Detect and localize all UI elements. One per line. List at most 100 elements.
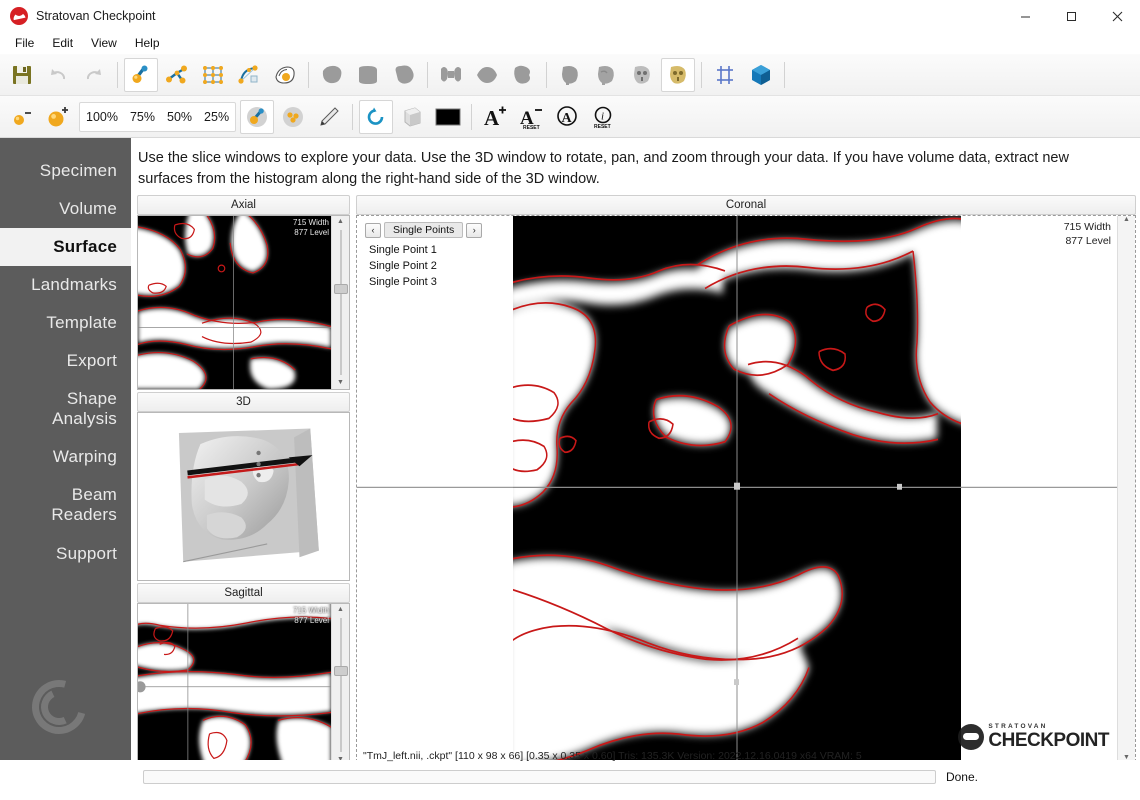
menu-edit[interactable]: Edit <box>43 34 82 52</box>
points-group-title[interactable]: Single Points <box>384 222 463 238</box>
list-item-single-point-1[interactable]: Single Point 1 <box>369 242 437 258</box>
coronal-scroll-up-arrow[interactable]: ▲ <box>1123 216 1130 228</box>
minimize-button[interactable] <box>1002 0 1048 32</box>
point-curve-tool[interactable] <box>160 58 194 92</box>
list-item-single-point-2[interactable]: Single Point 2 <box>369 258 437 274</box>
menu-view[interactable]: View <box>82 34 126 52</box>
freehand-hand-tool[interactable] <box>268 58 302 92</box>
decimate-minus-button[interactable] <box>5 100 39 134</box>
sphere-points-toggle[interactable] <box>276 100 310 134</box>
increase-font-size-button[interactable]: A <box>478 100 512 134</box>
reset-view-button[interactable] <box>359 100 393 134</box>
sidebar-item-template[interactable]: Template <box>0 304 131 342</box>
decrease-font-size-button[interactable]: A RESET <box>514 100 548 134</box>
toolbar-separator <box>546 62 547 88</box>
coronal-slice-canvas[interactable]: ‹ Single Points › Single Point 1 Single … <box>357 216 1117 766</box>
render-mode-button[interactable] <box>395 100 429 134</box>
zoom-25[interactable]: 25% <box>198 106 235 128</box>
toolbar-separator <box>701 62 702 88</box>
coronal-image <box>357 216 1117 766</box>
zoom-50[interactable]: 50% <box>161 106 198 128</box>
list-item-single-point-3[interactable]: Single Point 3 <box>369 274 437 290</box>
stratovan-logo-icon <box>10 7 28 25</box>
axial-scroll-thumb[interactable] <box>334 284 348 294</box>
axial-panel-body: 715 Width 877 Level ▲ ▼ <box>137 215 350 390</box>
point-grid-tool[interactable] <box>196 58 230 92</box>
sidebar-item-warping[interactable]: Warping <box>0 438 131 476</box>
checkpoint-watermark: STRATOVAN CHECKPOINT <box>958 724 1109 750</box>
points-next-button[interactable]: › <box>466 223 482 238</box>
mirror-tool[interactable] <box>434 58 468 92</box>
skull-texture-view[interactable] <box>625 58 659 92</box>
axial-panel: Axial <box>137 195 350 390</box>
zoom-level-group: 100% 75% 50% 25% <box>79 102 236 132</box>
threed-render-canvas[interactable] <box>138 413 349 579</box>
ellipse-tool[interactable] <box>470 58 504 92</box>
cut-blob-tool[interactable] <box>506 58 540 92</box>
axial-slice-canvas[interactable]: 715 Width 877 Level <box>138 216 331 389</box>
menu-help[interactable]: Help <box>126 34 169 52</box>
coronal-panel-body: ‹ Single Points › Single Point 1 Single … <box>356 215 1136 767</box>
watermark-checkpoint-text: CHECKPOINT <box>988 731 1109 750</box>
sagittal-scroll-up-arrow[interactable]: ▲ <box>337 604 344 616</box>
coronal-panel: Coronal ‹ Single Points › Single Point 1 <box>356 195 1136 767</box>
toolbar-separator <box>471 104 472 130</box>
axial-scrollbar[interactable]: ▲ ▼ <box>331 216 349 389</box>
region-patch-tool[interactable] <box>387 58 421 92</box>
bounding-box-toggle[interactable] <box>708 58 742 92</box>
single-point-tool[interactable] <box>124 58 158 92</box>
orientation-cube-button[interactable] <box>744 58 778 92</box>
sidebar-item-surface[interactable]: Surface <box>0 228 131 266</box>
toolbar-separator <box>427 62 428 88</box>
window-controls <box>1002 0 1140 32</box>
slice-panel-stack: Axial <box>137 195 350 767</box>
point-cloud-toggle[interactable] <box>240 100 274 134</box>
threed-panel-title[interactable]: 3D <box>137 392 350 412</box>
sagittal-panel-title[interactable]: Sagittal <box>137 583 350 603</box>
sagittal-panel: Sagittal <box>137 583 350 767</box>
maximize-button[interactable] <box>1048 0 1094 32</box>
menu-file[interactable]: File <box>6 34 43 52</box>
skull-shaded-view[interactable] <box>589 58 623 92</box>
sidebar-item-landmarks[interactable]: Landmarks <box>0 266 131 304</box>
menu-bar: File Edit View Help <box>0 32 1140 54</box>
blob-patch-tool[interactable] <box>315 58 349 92</box>
ruler-pencil-tool[interactable] <box>312 100 346 134</box>
redo-button[interactable] <box>77 58 111 92</box>
window-title: Stratovan Checkpoint <box>36 9 156 23</box>
points-prev-button[interactable]: ‹ <box>365 223 381 238</box>
toggle-info-button[interactable]: i RESET <box>586 100 620 134</box>
stratovan-spiral-icon <box>32 680 86 734</box>
sidebar-item-beam-readers[interactable]: Beam Readers <box>0 476 131 534</box>
axial-scroll-down-arrow[interactable]: ▼ <box>337 377 344 389</box>
zoom-100[interactable]: 100% <box>80 106 124 128</box>
status-done-text: Done. <box>946 770 978 784</box>
sagittal-slice-canvas[interactable]: 715 Width 877 Level <box>138 604 331 766</box>
skull-gold-view[interactable] <box>661 58 695 92</box>
svg-text:RESET: RESET <box>594 124 611 130</box>
decimate-plus-button[interactable] <box>41 100 75 134</box>
coronal-width-value: 715 Width <box>1064 221 1111 235</box>
sagittal-scrollbar[interactable]: ▲ ▼ <box>331 604 349 766</box>
skull-solid-view[interactable] <box>553 58 587 92</box>
sidebar-item-shape-analysis[interactable]: Shape Analysis <box>0 380 131 438</box>
sagittal-scroll-thumb[interactable] <box>334 666 348 676</box>
square-patch-tool[interactable] <box>351 58 385 92</box>
background-color-swatch[interactable] <box>431 100 465 134</box>
toggle-labels-button[interactable]: A <box>550 100 584 134</box>
sidebar-item-specimen[interactable]: Specimen <box>0 152 131 190</box>
zoom-75[interactable]: 75% <box>124 106 161 128</box>
sidebar-item-export[interactable]: Export <box>0 342 131 380</box>
save-button[interactable] <box>5 58 39 92</box>
sidebar-item-volume[interactable]: Volume <box>0 190 131 228</box>
content-area: Use the slice windows to explore your da… <box>131 138 1140 760</box>
axial-panel-title[interactable]: Axial <box>137 195 350 215</box>
undo-button[interactable] <box>41 58 75 92</box>
axial-scroll-up-arrow[interactable]: ▲ <box>337 216 344 228</box>
close-button[interactable] <box>1094 0 1140 32</box>
sidebar-item-support[interactable]: Support <box>0 535 131 573</box>
coronal-panel-title[interactable]: Coronal <box>356 195 1136 215</box>
toolbar-separator <box>352 104 353 130</box>
coronal-scrollbar[interactable]: ▲ ▼ <box>1117 216 1135 766</box>
curve-edit-tool[interactable] <box>232 58 266 92</box>
